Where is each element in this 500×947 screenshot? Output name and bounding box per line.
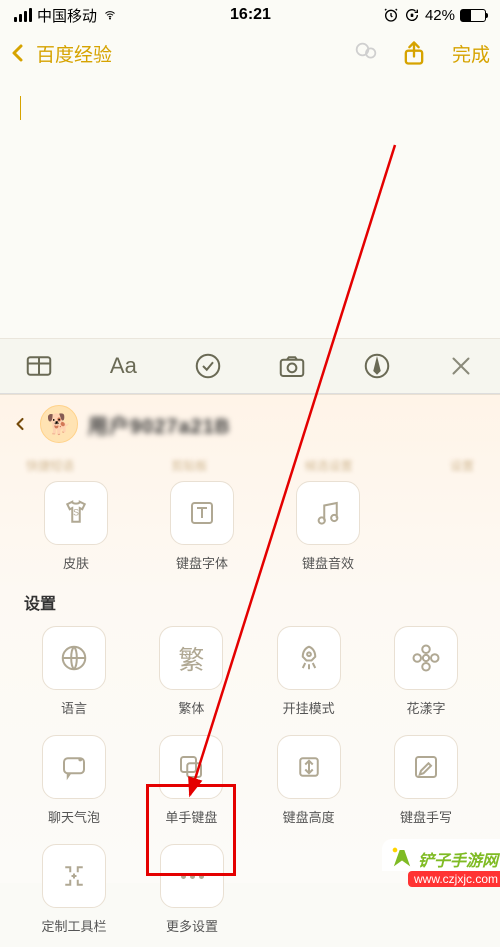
signal-icon (14, 8, 32, 22)
text-format-button[interactable]: Aa (108, 351, 138, 381)
skin-button[interactable]: S 皮肤 (26, 481, 126, 572)
fancy-text-button[interactable]: 花漾字 (372, 626, 480, 717)
chat-bubble-button[interactable]: 聊天气泡 (20, 735, 128, 826)
shirt-icon: S (61, 498, 91, 528)
rocket-icon (294, 643, 324, 673)
collaborate-icon[interactable] (352, 39, 380, 67)
close-keyboard-button[interactable] (446, 351, 476, 381)
wifi-icon (102, 9, 118, 21)
language-button[interactable]: 语言 (20, 626, 128, 717)
fan-icon: 繁 (178, 640, 204, 677)
text-cursor (20, 96, 21, 120)
keyboard-font-button[interactable]: 键盘字体 (152, 481, 252, 572)
customize-row: S 皮肤 键盘字体 键盘音效 (0, 475, 500, 584)
table-icon[interactable] (24, 351, 54, 381)
text-icon (187, 498, 217, 528)
user-name: 用户9027a21B (88, 410, 230, 439)
checklist-icon[interactable] (193, 351, 223, 381)
keyboard-sound-button[interactable]: 键盘音效 (278, 481, 378, 572)
done-button[interactable]: 完成 (452, 40, 490, 67)
flower-icon (411, 643, 441, 673)
settings-section-title: 设置 (0, 584, 500, 620)
custom-toolbar-button[interactable]: 定制工具栏 (20, 844, 128, 935)
settings-row-1: 语言 繁 繁体 开挂模式 花漾字 (0, 620, 500, 729)
clipped-labels-row: 快捷短语 剪贴板 候选设置 设置 (0, 457, 500, 475)
status-left: 中国移动 (14, 5, 118, 26)
back-chevron-icon[interactable] (6, 41, 30, 65)
keyboard-sound-label: 键盘音效 (302, 553, 354, 572)
status-time: 16:21 (230, 6, 271, 24)
settings-row-2: 聊天气泡 单手键盘 键盘高度 键盘手写 (0, 729, 500, 838)
panel-back-icon[interactable] (10, 414, 30, 434)
globe-icon (59, 643, 89, 673)
lock-rotation-icon (404, 7, 420, 23)
skin-label: 皮肤 (63, 553, 89, 572)
height-icon (294, 752, 324, 782)
note-body[interactable] (0, 76, 500, 338)
power-mode-button[interactable]: 开挂模式 (255, 626, 363, 717)
traditional-button[interactable]: 繁 繁体 (137, 626, 245, 717)
keyboard-settings-panel: 🐕 用户9027a21B 快捷短语 剪贴板 候选设置 设置 S 皮肤 键盘字体 … (0, 394, 500, 883)
battery-pct: 42% (425, 7, 455, 24)
crop-icon (59, 861, 89, 891)
svg-text:S: S (73, 508, 79, 518)
panel-header: 🐕 用户9027a21B (0, 395, 500, 457)
alarm-icon (383, 7, 399, 23)
note-icon (313, 498, 343, 528)
handwrite-button[interactable]: 键盘手写 (372, 735, 480, 826)
keyboard-height-button[interactable]: 键盘高度 (255, 735, 363, 826)
settings-row-3: 定制工具栏 更多设置 (0, 838, 500, 947)
status-right: 42% (383, 7, 486, 24)
handwrite-icon (411, 752, 441, 782)
status-bar: 中国移动 16:21 42% (0, 0, 500, 30)
notes-toolbar: Aa (0, 338, 500, 394)
more-settings-button[interactable]: 更多设置 (138, 844, 246, 935)
back-label[interactable]: 百度经验 (36, 40, 112, 67)
draw-icon[interactable] (362, 351, 392, 381)
nav-bar: 百度经验 完成 (0, 30, 500, 76)
carrier-label: 中国移动 (37, 5, 97, 26)
user-avatar[interactable]: 🐕 (40, 405, 78, 443)
battery-icon (460, 9, 486, 22)
camera-icon[interactable] (277, 351, 307, 381)
more-icon (181, 874, 204, 879)
one-hand-keyboard-button[interactable]: 单手键盘 (137, 735, 245, 826)
overlap-icon (176, 752, 206, 782)
keyboard-font-label: 键盘字体 (176, 553, 228, 572)
share-icon[interactable] (400, 39, 428, 67)
bubble-icon (59, 752, 89, 782)
